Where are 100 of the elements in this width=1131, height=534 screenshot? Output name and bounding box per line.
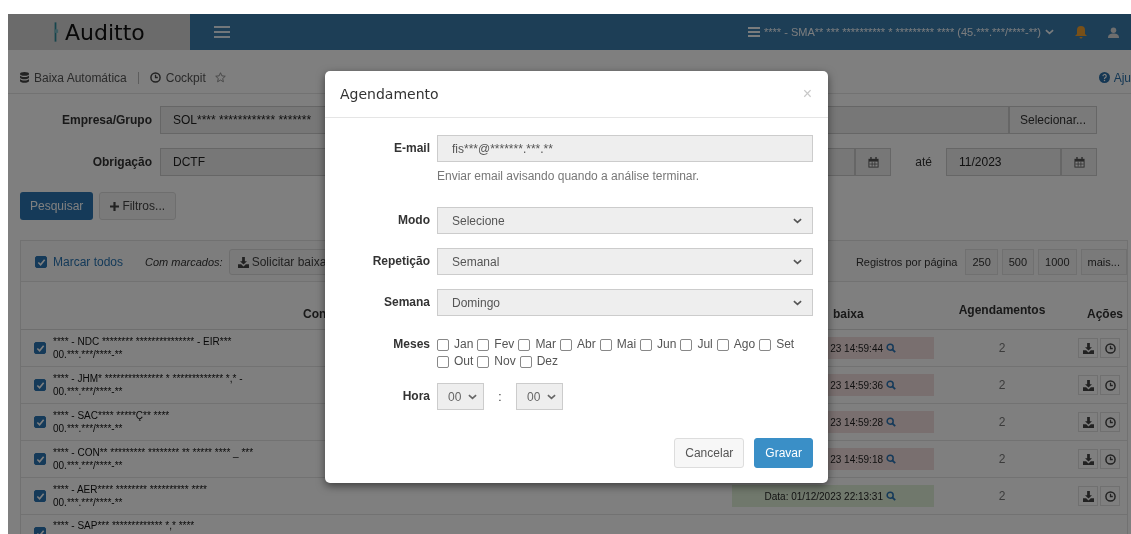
- column-header: Agendamentos: [958, 303, 1046, 317]
- schedule-button[interactable]: [1100, 412, 1120, 432]
- chevron-icon: [468, 393, 477, 400]
- schedule-button[interactable]: [1100, 338, 1120, 358]
- clock-icon: [1104, 490, 1116, 502]
- schedule-button[interactable]: [1100, 449, 1120, 469]
- breadcrumb-link[interactable]: Baixa Automática: [34, 70, 127, 85]
- range-label: até: [914, 155, 933, 169]
- download-icon: [1082, 453, 1094, 465]
- company-id: 00.***.***/****-**: [53, 423, 123, 434]
- breadcrumb-link[interactable]: Cockpit: [165, 70, 206, 85]
- month-label: Jan: [454, 337, 474, 352]
- row-checkbox[interactable]: [34, 416, 46, 428]
- select-all-checkbox[interactable]: [35, 256, 47, 268]
- month-checkbox[interactable]: [716, 338, 729, 351]
- page-size-button[interactable]: mais...: [1080, 249, 1127, 275]
- dropdown[interactable]: Selecione: [437, 207, 813, 234]
- help-text: Enviar email avisando quando a análise terminar.: [437, 169, 701, 183]
- month-label: Out: [454, 354, 474, 369]
- company-name: **** - AER**** ******** ********** ****: [53, 484, 207, 495]
- page-size-label: Registros por página: [855, 256, 958, 268]
- clock-icon: [1104, 379, 1116, 391]
- filters-button[interactable]: Filtros...: [99, 192, 177, 220]
- schedule-count: 2: [998, 415, 1006, 429]
- column-header: baixa: [833, 307, 864, 321]
- chevron-icon: [793, 217, 802, 224]
- company-name: **** - SAP*** ************* *,* ****: [53, 520, 195, 531]
- magnifier-icon[interactable]: [886, 343, 896, 353]
- month-label: Abr: [577, 337, 596, 352]
- search-button[interactable]: Pesquisar: [20, 192, 94, 220]
- magnifier-icon[interactable]: [886, 491, 896, 501]
- download-button[interactable]: [1078, 412, 1098, 432]
- row-checkbox[interactable]: [34, 453, 46, 465]
- magnifier-icon[interactable]: [886, 454, 896, 464]
- download-icon: [237, 256, 249, 268]
- email-field[interactable]: fis***@*******.***.**: [437, 135, 813, 162]
- calendar-icon: [1073, 156, 1085, 168]
- download-icon: [1082, 379, 1094, 391]
- time-separator: :: [497, 389, 503, 404]
- bulk-label: Com marcados:: [145, 256, 223, 268]
- download-button[interactable]: [1078, 486, 1098, 506]
- clock-icon: [1104, 416, 1116, 428]
- company-name: **** - JHM* *************** * ************* *,* -: [53, 373, 243, 384]
- app-logo: Auditto: [65, 19, 145, 45]
- calendar-icon: [867, 156, 879, 168]
- clock-icon: [149, 72, 161, 83]
- calendar-button[interactable]: [1061, 148, 1097, 176]
- month-checkbox[interactable]: [560, 338, 573, 351]
- hour-dropdown[interactable]: 00: [437, 383, 484, 410]
- month-checkbox[interactable]: [759, 338, 772, 351]
- month-checkbox[interactable]: [477, 338, 490, 351]
- date-text: 23 14:59:36: [830, 379, 883, 391]
- month-label: Dez: [536, 354, 559, 369]
- schedule-button[interactable]: [1100, 375, 1120, 395]
- chevron-icon: [547, 393, 556, 400]
- download-button[interactable]: [1078, 338, 1098, 358]
- chevron-icon: [793, 258, 802, 265]
- select-all-link[interactable]: Marcar todos: [53, 255, 124, 269]
- row-checkbox[interactable]: [34, 342, 46, 354]
- calendar-button[interactable]: [855, 148, 892, 176]
- company-id: 00.***.***/****-**: [53, 349, 123, 360]
- month-checkbox[interactable]: [680, 338, 693, 351]
- month-label: Set: [776, 337, 795, 352]
- user-icon[interactable]: [1108, 26, 1119, 38]
- help-link[interactable]: Aju: [1113, 70, 1131, 85]
- chevron-icon: [1045, 29, 1054, 35]
- page-size-button[interactable]: 1000: [1038, 249, 1077, 275]
- page-size-button[interactable]: 500: [1001, 249, 1035, 275]
- download-button[interactable]: [1078, 449, 1098, 469]
- menu-icon[interactable]: [214, 25, 230, 39]
- company-id: 00.***.***/****-**: [53, 386, 123, 397]
- page-size-button[interactable]: 250: [965, 249, 998, 275]
- download-button[interactable]: [1078, 375, 1098, 395]
- date-text: 23 14:59:28: [830, 416, 883, 428]
- month-checkbox[interactable]: [518, 338, 531, 351]
- field-label: Meses: [392, 337, 431, 352]
- field-label: Hora: [401, 388, 431, 405]
- database-icon: [20, 72, 29, 83]
- month-checkbox[interactable]: [437, 355, 449, 368]
- plus-icon: [110, 201, 120, 211]
- select-button[interactable]: Selecionar...: [1008, 106, 1097, 134]
- star-icon: [214, 72, 226, 83]
- dialog-button[interactable]: Cancelar: [674, 438, 745, 468]
- schedule-button[interactable]: [1100, 486, 1120, 506]
- month-checkbox[interactable]: [437, 338, 449, 351]
- month-checkbox[interactable]: [599, 338, 612, 351]
- magnifier-icon[interactable]: [886, 380, 896, 390]
- dialog-button[interactable]: Gravar: [754, 438, 813, 468]
- row-checkbox[interactable]: [34, 490, 46, 502]
- month-checkbox[interactable]: [640, 338, 653, 351]
- magnifier-icon[interactable]: [886, 417, 896, 427]
- month-label: Mar: [535, 337, 557, 352]
- month-checkbox[interactable]: [477, 355, 490, 368]
- month-label: Jun: [657, 337, 677, 352]
- month-checkbox[interactable]: [519, 355, 532, 368]
- minute-dropdown[interactable]: 00: [516, 383, 563, 410]
- end-date-field[interactable]: 11/2023: [946, 148, 1061, 176]
- dropdown[interactable]: Semanal: [437, 248, 813, 275]
- dropdown[interactable]: Domingo: [437, 289, 813, 316]
- row-checkbox[interactable]: [34, 379, 46, 391]
